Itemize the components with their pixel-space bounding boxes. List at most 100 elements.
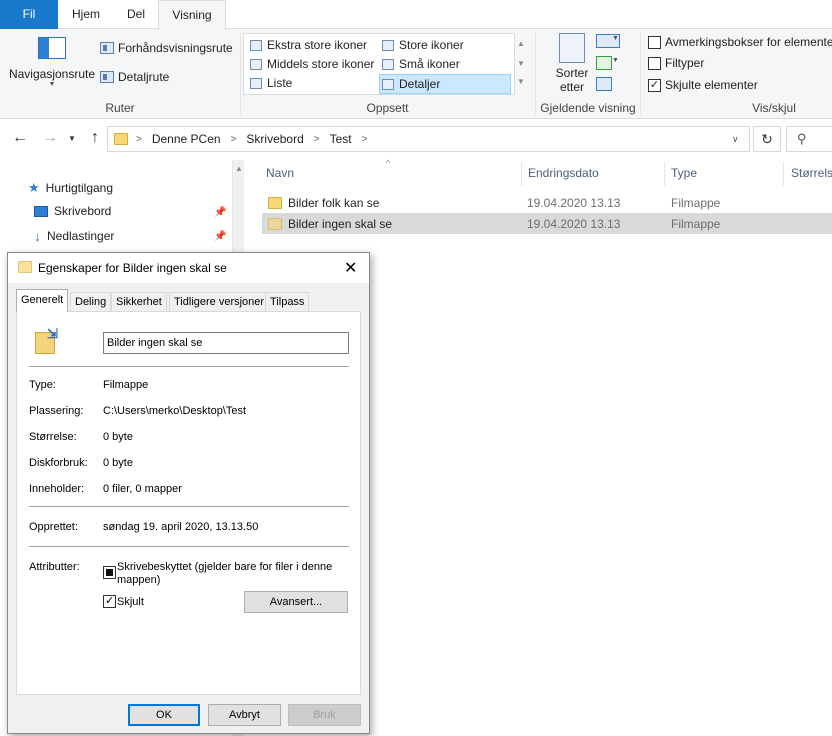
file-extensions-checkbox[interactable]: [648, 56, 661, 70]
sidebar-item-label: Skrivebord: [54, 204, 112, 218]
item-checkboxes-toggle[interactable]: Avmerkingsbokser for elementer: [648, 35, 832, 49]
add-columns-button[interactable]: [596, 56, 612, 70]
item-checkboxes-checkbox[interactable]: [648, 35, 661, 49]
close-icon[interactable]: ✕: [344, 258, 357, 278]
properties-dialog: Egenskaper for Bilder ingen skal se ✕ Ge…: [7, 252, 370, 734]
hidden-items-label: Skjulte elementer: [665, 78, 758, 92]
tab-file[interactable]: Fil: [0, 0, 58, 29]
attributes-label: Attributter:: [29, 561, 80, 573]
column-header-date[interactable]: Endringsdato: [528, 166, 599, 180]
breadcrumb-test[interactable]: Test: [330, 132, 352, 146]
layout-large-icons[interactable]: Store ikoner: [382, 38, 464, 52]
preview-pane-icon: [100, 42, 114, 54]
hidden-items-toggle[interactable]: ✓ Skjulte elementer: [648, 78, 758, 92]
layout-list[interactable]: Liste: [250, 76, 292, 90]
address-row: ← → ▼ ↑ > Denne PCen > Skrivebord > Test…: [0, 120, 832, 158]
ribbon-view: Navigasjonsrute ▼ Forhåndsvisningsrute D…: [0, 29, 832, 119]
layout-small-icons[interactable]: Små ikoner: [382, 57, 460, 71]
pin-icon[interactable]: 📌: [214, 231, 226, 242]
tab-general[interactable]: Generelt: [16, 289, 69, 312]
layout-label: Ekstra store ikoner: [267, 38, 368, 52]
breadcrumb-desktop[interactable]: Skrivebord: [246, 132, 303, 146]
chevron-down-icon: ▼: [48, 81, 56, 88]
layout-details[interactable]: Detaljer: [379, 74, 511, 94]
hidden-checkbox[interactable]: [103, 594, 116, 608]
nav-pane-button[interactable]: Navigasjonsrute ▼: [8, 35, 96, 95]
pin-icon[interactable]: 📌: [214, 207, 226, 218]
file-name: Bilder folk kan se: [288, 196, 380, 210]
sort-icon: [559, 33, 585, 63]
recent-locations-button[interactable]: ▼: [62, 134, 82, 143]
layout-label: Detaljer: [399, 77, 441, 91]
sort-ascending-icon: ^: [386, 158, 391, 168]
search-input[interactable]: ⚲: [786, 126, 832, 152]
file-extensions-label: Filtyper: [665, 56, 705, 70]
tab-share[interactable]: Del: [114, 0, 158, 29]
sort-label-2: etter: [559, 80, 584, 94]
sort-by-button[interactable]: Sorter etter: [550, 33, 594, 94]
folder-name-field[interactable]: Bilder ingen skal se: [103, 332, 349, 354]
readonly-checkbox[interactable]: [103, 566, 116, 579]
column-divider[interactable]: [521, 162, 522, 186]
file-extensions-toggle[interactable]: Filtyper: [648, 56, 704, 70]
folder-icon: [268, 197, 282, 209]
sidebar-item-label: Nedlastinger: [47, 229, 115, 243]
size-label: Størrelse:: [29, 431, 77, 443]
preview-pane-button[interactable]: Forhåndsvisningsrute: [100, 41, 233, 55]
apply-button[interactable]: Bruk: [288, 704, 361, 726]
column-divider[interactable]: [664, 162, 665, 186]
breadcrumb-this-pc[interactable]: Denne PCen: [152, 132, 221, 146]
ribbon-tabs: Fil Hjem Del Visning: [0, 0, 832, 30]
column-header-name[interactable]: Navn: [266, 166, 294, 180]
sidebar-item-downloads[interactable]: ↓ Nedlastinger: [34, 228, 114, 244]
layout-medium-icons[interactable]: Middels store ikoner: [250, 57, 374, 71]
layout-gallery: Ekstra store ikoner Store ikoner Middels…: [243, 33, 515, 95]
divider: [29, 546, 349, 547]
ribbon-divider: [640, 33, 641, 115]
tab-view[interactable]: Visning: [158, 0, 226, 30]
column-header-size[interactable]: Størrelse: [791, 166, 832, 180]
tab-security[interactable]: Sikkerhet: [111, 292, 167, 311]
file-row[interactable]: Bilder folk kan se 19.04.2020 13.13 Film…: [262, 192, 832, 213]
details-pane-icon: [100, 71, 114, 83]
size-columns-button[interactable]: [596, 77, 612, 91]
sidebar-item-label: Hurtigtilgang: [45, 181, 114, 195]
refresh-button[interactable]: ↻: [753, 126, 781, 152]
type-value: Filmappe: [103, 379, 149, 391]
hidden-items-checkbox[interactable]: ✓: [648, 78, 661, 92]
contains-value: 0 filer, 0 mapper: [103, 483, 182, 495]
folder-icon: [268, 218, 282, 230]
address-bar[interactable]: > Denne PCen > Skrivebord > Test > ∨: [107, 126, 750, 152]
details-pane-button[interactable]: Detaljrute: [100, 70, 169, 84]
column-divider[interactable]: [783, 162, 784, 186]
tab-sharing[interactable]: Deling: [70, 292, 112, 311]
forward-button[interactable]: →: [40, 129, 60, 147]
file-row[interactable]: Bilder ingen skal se 19.04.2020 13.13 Fi…: [262, 213, 832, 234]
gallery-scroll-down[interactable]: ▼: [515, 59, 527, 68]
size-value: 0 byte: [103, 431, 133, 443]
tab-home[interactable]: Hjem: [58, 0, 114, 29]
address-dropdown-icon[interactable]: ∨: [732, 134, 739, 145]
layout-extra-large-icons[interactable]: Ekstra store ikoner: [250, 38, 367, 52]
column-header-type[interactable]: Type: [671, 166, 697, 180]
small-icons-icon: [382, 58, 394, 70]
chevron-down-icon: ▼: [612, 57, 619, 64]
folder-icon: [114, 133, 128, 145]
ok-button[interactable]: OK: [128, 704, 200, 726]
tab-customize[interactable]: Tilpass: [265, 292, 310, 311]
file-type: Filmappe: [671, 196, 721, 210]
layout-group-label: Oppsett: [366, 101, 409, 115]
gallery-expand[interactable]: ▼: [515, 77, 527, 86]
up-button[interactable]: ↑: [85, 129, 105, 147]
back-button[interactable]: ←: [10, 129, 30, 147]
dialog-titlebar[interactable]: Egenskaper for Bilder ingen skal se ✕: [8, 253, 369, 283]
tab-previous-versions[interactable]: Tidligere versjoner: [169, 292, 270, 311]
advanced-button[interactable]: Avansert...: [244, 591, 348, 613]
nav-pane-icon: [38, 37, 66, 59]
gallery-scroll-up[interactable]: ▲: [515, 39, 527, 48]
cancel-button[interactable]: Avbryt: [208, 704, 281, 726]
sidebar-item-quick-access[interactable]: ★ Hurtigtilgang: [28, 180, 113, 196]
sidebar-item-desktop[interactable]: Skrivebord: [34, 204, 111, 218]
scroll-up-arrow[interactable]: ▲: [235, 164, 243, 173]
type-label: Type:: [29, 379, 56, 391]
